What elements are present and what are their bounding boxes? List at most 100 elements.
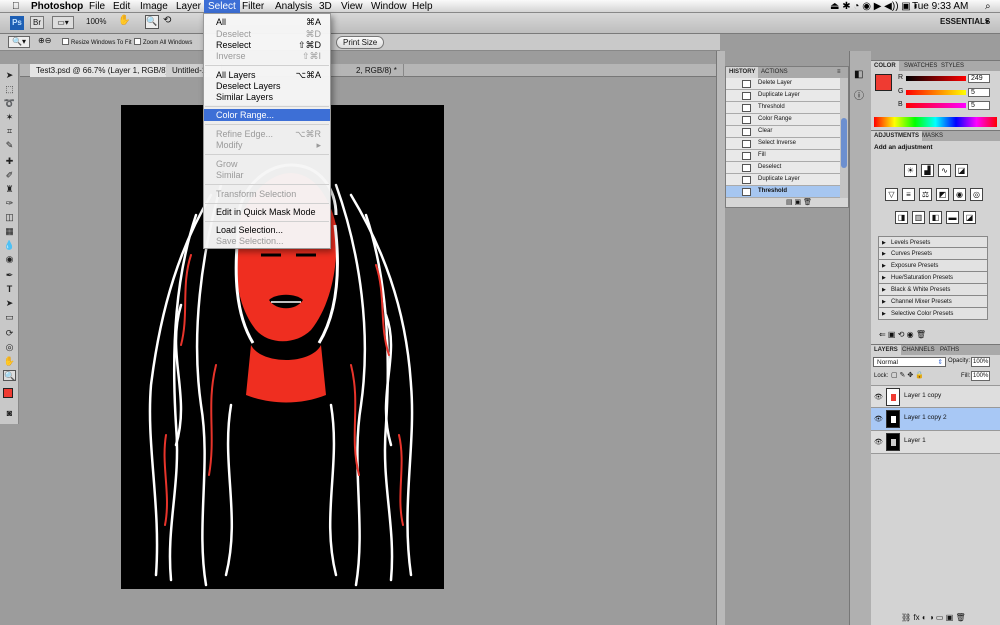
preset-exposure[interactable]: Exposure Presets [878, 260, 988, 272]
menu-edit[interactable]: Edit [113, 1, 130, 12]
g-slider[interactable] [906, 90, 966, 95]
levels-icon[interactable]: ▟ [921, 164, 934, 177]
menu-analysis[interactable]: Analysis [275, 1, 312, 12]
zoom-icon[interactable]: 🔍 [3, 370, 16, 381]
menu-help[interactable]: Help [412, 1, 433, 12]
panel-menu-icon[interactable]: ≡ [834, 67, 844, 78]
history-item[interactable]: Fill [726, 150, 840, 162]
apple-icon[interactable]:  [12, 1, 20, 12]
curves-icon[interactable]: ∿ [938, 164, 951, 177]
rotate-view-icon[interactable]: ⟲ [163, 15, 171, 26]
history-item[interactable]: Duplicate Layer [726, 90, 840, 102]
history-item-active[interactable]: Threshold [726, 186, 840, 198]
layer-row-active[interactable]: 👁 Layer 1 copy 2 [871, 408, 1000, 431]
r-value[interactable]: 249 [968, 74, 990, 83]
3d-rotate-icon[interactable]: ⟳ [3, 328, 16, 339]
path-select-icon[interactable]: ➤ [3, 298, 16, 309]
lock-icons[interactable]: ▢ ✎ ✥ 🔒 [891, 371, 924, 379]
essentials-workspace[interactable]: ESSENTIALS [940, 17, 990, 26]
selective-color-icon[interactable]: ◪ [963, 211, 976, 224]
menu-item-inverse[interactable]: Inverse ⇧⌘I [204, 50, 330, 62]
threshold-icon[interactable]: ◧ [929, 211, 942, 224]
tab-history[interactable]: HISTORY [726, 67, 759, 78]
navigator-icon[interactable]: ◧ [854, 69, 863, 80]
bridge-icon[interactable]: Br [30, 16, 44, 29]
menu-select[interactable]: Select [204, 0, 240, 13]
color-spectrum-bar[interactable] [874, 117, 997, 127]
menu-item-color-range[interactable]: Color Range... [204, 109, 330, 121]
history-item[interactable]: Deselect [726, 162, 840, 174]
fill-field[interactable]: 100% [971, 371, 990, 381]
preset-black-white[interactable]: Black & White Presets [878, 284, 988, 296]
tab-third[interactable]: 2, RGB/8) * [350, 64, 404, 77]
history-item[interactable]: Duplicate Layer [726, 174, 840, 186]
menu-filter[interactable]: Filter [242, 1, 264, 12]
gradient-map-icon[interactable]: ▬ [946, 211, 959, 224]
layer-row[interactable]: 👁 Layer 1 copy [871, 385, 1000, 408]
eye-icon[interactable]: 👁 [874, 438, 883, 446]
3d-orbit-icon[interactable]: ◎ [3, 342, 16, 353]
history-footer-icons[interactable]: ▤ ▣ 🗑 [786, 198, 812, 206]
marquee-tool-icon[interactable]: ⬚ [3, 84, 16, 95]
tool-preset-icon[interactable]: 🔍▾ [8, 36, 30, 48]
menu-item-transform-selection[interactable]: Transform Selection [204, 188, 330, 200]
hand-icon[interactable]: ✋ [3, 356, 16, 367]
tab-test3[interactable]: Test3.psd @ 66.7% (Layer 1, RGB/8) * [30, 64, 181, 77]
history-item[interactable]: Select Inverse [726, 138, 840, 150]
crop-tool-icon[interactable]: ⌗ [3, 126, 16, 137]
resize-windows-checkbox[interactable] [62, 38, 69, 45]
move-tool-icon[interactable]: ➤ [3, 70, 16, 81]
history-item[interactable]: Clear [726, 126, 840, 138]
tab-color[interactable]: COLOR [871, 61, 899, 72]
magic-wand-icon[interactable]: ✶ [3, 112, 16, 123]
photo-filter-icon[interactable]: ◉ [953, 188, 966, 201]
scroll-thumb[interactable] [841, 118, 847, 168]
zoom-in-out-icons[interactable]: ⊕⊖ [38, 36, 51, 45]
preset-levels[interactable]: Levels Presets [878, 236, 988, 249]
dodge-tool-icon[interactable]: ◉ [3, 254, 16, 265]
menu-view[interactable]: View [341, 1, 363, 12]
zoom-level[interactable]: 100% [86, 17, 106, 26]
zoom-tool-icon[interactable]: 🔍 [145, 15, 159, 29]
type-tool-icon[interactable]: T [3, 284, 16, 295]
hand-tool-icon[interactable]: ✋ [118, 15, 130, 26]
eye-icon[interactable]: 👁 [874, 393, 883, 401]
brightness-icon[interactable]: ☀ [904, 164, 917, 177]
menu-photoshop[interactable]: Photoshop [31, 1, 83, 12]
color-fg-swatch[interactable] [875, 74, 892, 91]
hue-sat-icon[interactable]: ≡ [902, 188, 915, 201]
preset-hue-saturation[interactable]: Hue/Saturation Presets [878, 272, 988, 284]
adjustments-footer-icons[interactable]: ⇐ ▣ ⟲ ◉ 🗑 [879, 330, 926, 339]
history-item[interactable]: Threshold [726, 102, 840, 114]
menu-item-similar[interactable]: Similar [204, 169, 330, 181]
eyedropper-tool-icon[interactable]: ✎ [3, 140, 16, 151]
brush-tool-icon[interactable]: ✐ [3, 170, 16, 181]
healing-tool-icon[interactable]: ✚ [3, 156, 16, 167]
menu-item-save-selection[interactable]: Save Selection... [204, 235, 330, 247]
pen-tool-icon[interactable]: ✒ [3, 270, 16, 281]
opacity-field[interactable]: 100% [971, 357, 990, 367]
history-item[interactable]: Color Range [726, 114, 840, 126]
vibrance-icon[interactable]: ▽ [885, 188, 898, 201]
spotlight-icon[interactable]: ⌕ [985, 1, 991, 12]
menu-item-quick-mask[interactable]: Edit in Quick Mask Mode [204, 206, 330, 218]
foreground-color-swatch[interactable] [3, 388, 13, 398]
preset-channel-mixer[interactable]: Channel Mixer Presets [878, 296, 988, 308]
bw-icon[interactable]: ◩ [936, 188, 949, 201]
history-scrollbar[interactable] [840, 78, 848, 198]
g-value[interactable]: 5 [968, 88, 990, 97]
print-size-button[interactable]: Print Size [336, 36, 385, 49]
tab-paths[interactable]: PATHS [937, 345, 962, 356]
blur-tool-icon[interactable]: 💧 [3, 240, 16, 251]
shape-tool-icon[interactable]: ▭ [3, 312, 16, 323]
info-icon[interactable]: ⓘ [854, 87, 864, 102]
b-value[interactable]: 5 [968, 101, 990, 110]
history-item[interactable]: Delete Layer [726, 78, 840, 90]
screen-mode-icon[interactable]: ▭▾ [52, 16, 74, 29]
eye-icon[interactable]: 👁 [874, 415, 883, 423]
menu-image[interactable]: Image [140, 1, 168, 12]
gradient-tool-icon[interactable]: ▦ [3, 226, 16, 237]
eraser-tool-icon[interactable]: ◫ [3, 212, 16, 223]
menu-item-all[interactable]: All ⌘A [204, 16, 330, 28]
zoom-all-checkbox[interactable] [134, 38, 141, 45]
